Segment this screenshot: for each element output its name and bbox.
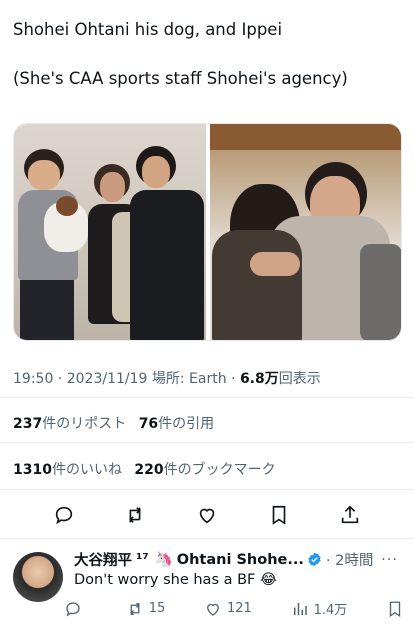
like-bookmark-stats: 1310件のいいね 220件のブックマーク (13, 459, 276, 479)
reply-display-name[interactable]: Ohtani Shohe... (177, 552, 304, 568)
reposts-label: 件のリポスト (42, 416, 127, 432)
verified-badge-icon (308, 552, 321, 567)
reply-bookmark-button[interactable] (386, 600, 404, 618)
views-icon (293, 602, 307, 615)
post-text-line-1: Shohei Ohtani his dog, and Ippei (13, 20, 283, 39)
divider (0, 489, 414, 490)
bookmark-icon (389, 601, 401, 617)
reply-name-suffix: ¹⁷ (136, 551, 149, 568)
reply-tweet[interactable]: 大谷翔平 ¹⁷ 🦄 Ohtani Shohe... · 2時間 ··· Don'… (0, 546, 414, 640)
reply-icon (55, 506, 72, 525)
post-meta: 19:50 · 2023/11/19 場所: Earth · 6.8万回表示 (13, 368, 321, 388)
photo-right[interactable] (209, 124, 401, 340)
likes-label: 件のいいね (51, 462, 122, 478)
more-options-icon[interactable]: ··· (381, 552, 404, 568)
bookmark-icon (272, 505, 285, 525)
likes-link[interactable]: 1310件のいいね (13, 462, 122, 478)
likes-count: 1310 (13, 462, 52, 478)
repost-button[interactable] (122, 502, 148, 528)
reply-button[interactable] (51, 502, 77, 528)
reply-header: 大谷翔平 ¹⁷ 🦄 Ohtani Shohe... · 2時間 ··· (74, 549, 404, 570)
views-count: 6.8万 (239, 371, 279, 387)
bookmark-button[interactable] (266, 502, 292, 528)
divider (0, 397, 414, 398)
unicorn-emoji: 🦄 (154, 552, 173, 568)
post-action-bar (0, 502, 414, 528)
heart-icon (199, 508, 215, 524)
views-label: 回表示 (278, 371, 321, 387)
quotes-label: 件の引用 (158, 416, 215, 432)
reply-views-count: 1.4万 (313, 603, 348, 618)
reply-author-name[interactable]: 大谷翔平 (74, 549, 132, 570)
share-button[interactable] (337, 502, 363, 528)
reply-action-bar: 15 121 1.4万 (64, 599, 404, 618)
reply-like-button[interactable]: 121 (204, 600, 252, 618)
reposts-count: 237 (13, 416, 43, 432)
quotes-link[interactable]: 76件の引用 (139, 416, 214, 432)
repost-quote-stats: 237件のリポスト 76件の引用 (13, 413, 214, 433)
meta-separator: · (53, 371, 67, 387)
avatar[interactable] (13, 552, 63, 602)
reply-repost-button[interactable]: 15 (126, 600, 166, 618)
heart-icon (207, 603, 219, 616)
share-icon (342, 505, 359, 524)
media-grid (13, 123, 402, 341)
bookmarks-label: 件のブックマーク (163, 462, 276, 478)
reply-like-count: 121 (227, 601, 252, 616)
reply-text: Don't worry she has a BF 😂 (74, 572, 277, 588)
reply-time[interactable]: · 2時間 (326, 549, 373, 570)
repost-icon (129, 507, 142, 523)
photo-left[interactable] (14, 124, 206, 340)
reposts-link[interactable]: 237件のリポスト (13, 416, 126, 432)
like-button[interactable] (194, 502, 220, 528)
reply-icon (66, 601, 80, 616)
divider (0, 442, 414, 443)
quotes-count: 76 (138, 416, 159, 432)
post-text: Shohei Ohtani his dog, and Ippei (She's … (13, 19, 403, 117)
post-text-line-2: (She's CAA sports staff Shohei's agency) (13, 69, 348, 88)
bookmarks-link[interactable]: 220件のブックマーク (134, 462, 275, 478)
reply-reply-button[interactable] (64, 600, 87, 618)
post-location: 場所: Earth · (147, 371, 240, 387)
reply-repost-count: 15 (148, 601, 166, 616)
repost-icon (130, 602, 140, 615)
post-time[interactable]: 19:50 (13, 371, 53, 387)
bookmarks-count: 220 (134, 462, 164, 478)
post-date[interactable]: 2023/11/19 (67, 371, 148, 387)
divider (0, 538, 414, 539)
reply-views-button[interactable]: 1.4万 (291, 599, 348, 618)
